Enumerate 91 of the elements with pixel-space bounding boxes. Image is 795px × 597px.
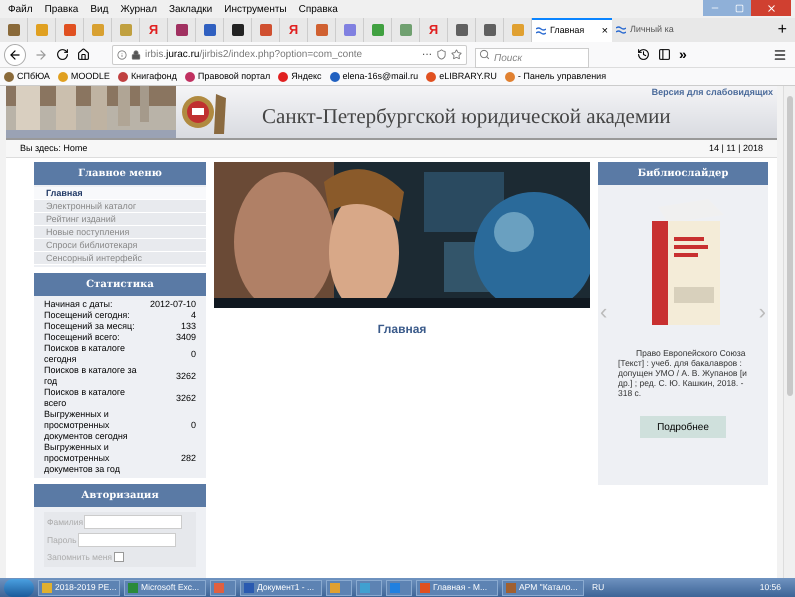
site-icon[interactable]: [176, 24, 188, 36]
stat-label: Начиная с даты:: [44, 299, 114, 310]
bookmark-link[interactable]: elena-16s@mail.ru: [342, 70, 418, 84]
pinned-tab[interactable]: Я: [148, 20, 158, 40]
bookmark-link[interactable]: - Панель управления: [518, 70, 606, 84]
site-title: Санкт-Петербургской юридической академии: [262, 103, 671, 130]
maximize-button[interactable]: [727, 0, 751, 16]
language-indicator[interactable]: RU: [592, 581, 604, 594]
menu-link[interactable]: Главная: [34, 187, 206, 200]
accessibility-link[interactable]: Версия для слабовидящих: [652, 86, 773, 100]
login-header: Авторизация: [34, 484, 206, 507]
wave-icon: [616, 26, 626, 34]
taskbar-button[interactable]: [386, 580, 412, 596]
stat-value: 3262: [176, 370, 196, 382]
stat-value: 4: [190, 310, 196, 321]
date-text: 14 | 11 | 2018: [708, 142, 763, 155]
taskbar-button[interactable]: Главная - М...: [416, 580, 498, 596]
taskbar-button[interactable]: АРМ "Катало...: [502, 580, 584, 596]
taskbar-button[interactable]: Microsoft Exc...: [124, 580, 206, 596]
info-icon[interactable]: [117, 50, 127, 60]
bookmark-link[interactable]: Книгафонд: [130, 70, 177, 84]
pinned-tab[interactable]: Я: [428, 20, 438, 40]
bookmark-link[interactable]: Яндекс: [291, 70, 322, 84]
book-description: Право Европейского Союза [Текст] : учеб. для бакалавров : допущен УМО / А. В. Жупанов [и др.] ; ред. С. Ю. Кашкин, 2018. - 318 с.: [617, 348, 748, 398]
menu-item[interactable]: Справка: [298, 2, 338, 16]
stat-label: Поисков в каталоге сегодня: [44, 343, 126, 365]
taskbar-button[interactable]: [326, 580, 352, 596]
bookmark-link[interactable]: eLIBRARY.RU: [439, 70, 497, 84]
taskbar-button[interactable]: [210, 580, 236, 596]
stat-label: Выгруженных и просмотренных документов за год: [44, 442, 121, 475]
stat-value: 3409: [176, 332, 196, 343]
field-label: Пароль: [47, 534, 76, 546]
address-bar[interactable]: irbis.jurac.ru/jirbis2/index.php?option=com_conte ···: [112, 44, 467, 64]
close-tab-button[interactable]: ×: [602, 22, 608, 40]
forward-button[interactable]: [34, 48, 48, 62]
details-button[interactable]: Подробнее: [640, 416, 726, 438]
field-label: Фамилия: [47, 516, 84, 528]
menu-header: Главное меню: [34, 162, 206, 185]
slider-header: Библиослайдер: [598, 162, 768, 185]
stat-label: Выгруженных и просмотренных документов сегодня: [44, 409, 129, 442]
reload-button[interactable]: [56, 48, 69, 61]
sidebar-icon[interactable]: [658, 48, 671, 61]
stat-value: 3262: [176, 392, 196, 404]
breadcrumb: Вы здесь: Home: [20, 142, 88, 155]
close-button[interactable]: [751, 0, 791, 16]
history-icon[interactable]: [637, 48, 650, 61]
bookmark-link[interactable]: MOODLE: [70, 70, 110, 84]
menu-item[interactable]: Журнал: [120, 2, 157, 16]
page-heading: Главная: [378, 321, 426, 338]
taskbar-button[interactable]: 2018-2019 РЕ...: [38, 580, 120, 596]
menu-item[interactable]: Файл: [8, 2, 33, 16]
clock[interactable]: 10:56: [760, 581, 781, 594]
stat-value: 0: [190, 420, 196, 431]
stat-value: 0: [190, 348, 196, 360]
pinned-tab[interactable]: Я: [288, 20, 298, 40]
search-field[interactable]: Поиск: [475, 48, 589, 68]
menu-item[interactable]: Правка: [44, 2, 78, 16]
menu-item[interactable]: Закладки: [168, 2, 212, 16]
start-button[interactable]: [4, 578, 34, 596]
stat-label: Поисков в каталоге за год: [44, 365, 138, 387]
menu-item[interactable]: Вид: [90, 2, 108, 16]
close-icon: [766, 2, 776, 14]
bookmark-star-icon[interactable]: [451, 49, 462, 60]
remember-checkbox[interactable]: [114, 552, 124, 562]
back-button[interactable]: [4, 44, 26, 66]
browser-tab[interactable]: Главная ×: [532, 18, 612, 42]
site-icon[interactable]: [232, 24, 244, 36]
lock-icon: [131, 50, 141, 60]
home-button[interactable]: [77, 48, 90, 61]
taskbar-button[interactable]: Документ1 - ...: [240, 580, 322, 596]
search-icon: [479, 48, 490, 60]
overflow-button[interactable]: »: [679, 44, 687, 65]
stat-value: 282: [180, 453, 196, 464]
stat-value: 133: [180, 321, 196, 332]
stat-label: Посещений всего:: [44, 332, 121, 343]
stat-label: Посещений за месяц:: [44, 321, 136, 332]
stat-value: 2012-07-10: [150, 299, 196, 310]
bookmark-link[interactable]: СПбЮА: [17, 70, 50, 84]
bookmark-link[interactable]: Правовой портал: [198, 70, 270, 84]
surname-field[interactable]: [84, 515, 182, 529]
field-label: Запомнить меня: [47, 551, 112, 564]
stat-label: Посещений сегодня:: [44, 310, 131, 321]
password-field[interactable]: [78, 533, 176, 547]
new-tab-button[interactable]: +: [778, 18, 787, 42]
stat-label: Поисков в каталоге всего: [44, 387, 126, 409]
menu-icon[interactable]: [773, 48, 787, 62]
maximize-icon: [734, 4, 744, 12]
menu-item[interactable]: Инструменты: [224, 2, 287, 16]
taskbar-button[interactable]: [356, 580, 382, 596]
statistics-header: Статистика: [34, 273, 206, 296]
wave-icon: [536, 27, 546, 35]
